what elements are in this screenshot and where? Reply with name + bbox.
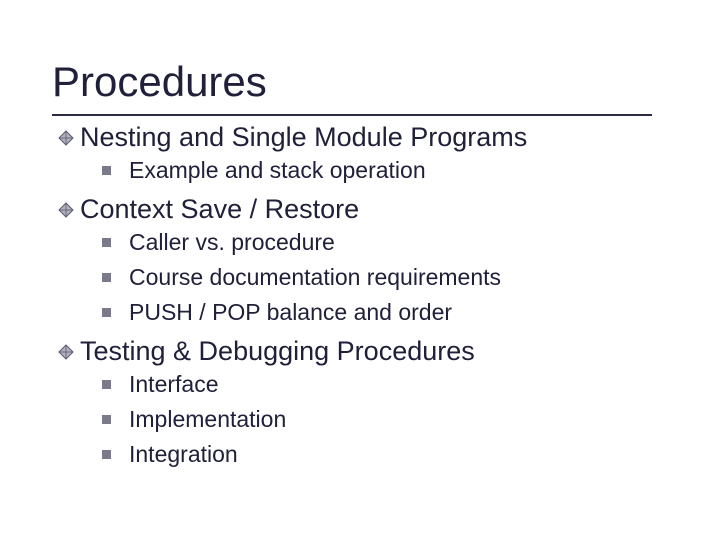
section-items: Caller vs. procedure Course documentatio… — [102, 229, 668, 326]
square-icon — [102, 273, 111, 282]
list-item-text: Integration — [129, 441, 238, 468]
list-item-text: Example and stack operation — [129, 157, 426, 184]
list-item: Caller vs. procedure — [102, 229, 668, 256]
section-heading-text: Testing & Debugging Procedures — [80, 336, 475, 367]
list-item: Course documentation requirements — [102, 264, 668, 291]
diamond-icon — [58, 202, 74, 218]
diamond-icon — [58, 344, 74, 360]
list-item: Interface — [102, 371, 668, 398]
square-icon — [102, 380, 111, 389]
list-item: PUSH / POP balance and order — [102, 299, 668, 326]
square-icon — [102, 450, 111, 459]
list-item-text: Interface — [129, 371, 219, 398]
slide: Procedures Nesting and Single Module Pro… — [0, 0, 720, 540]
square-icon — [102, 166, 111, 175]
list-item: Example and stack operation — [102, 157, 668, 184]
list-item: Implementation — [102, 406, 668, 433]
section-heading-text: Nesting and Single Module Programs — [80, 122, 527, 153]
title-underline — [52, 114, 652, 116]
section-heading: Nesting and Single Module Programs — [58, 122, 668, 153]
page-title: Procedures — [52, 58, 267, 106]
square-icon — [102, 238, 111, 247]
slide-body: Nesting and Single Module Programs Examp… — [58, 122, 668, 478]
square-icon — [102, 415, 111, 424]
section-heading: Context Save / Restore — [58, 194, 668, 225]
section-heading-text: Context Save / Restore — [80, 194, 359, 225]
section-heading: Testing & Debugging Procedures — [58, 336, 668, 367]
list-item-text: Implementation — [129, 406, 286, 433]
list-item: Integration — [102, 441, 668, 468]
diamond-icon — [58, 130, 74, 146]
square-icon — [102, 308, 111, 317]
list-item-text: PUSH / POP balance and order — [129, 299, 452, 326]
list-item-text: Caller vs. procedure — [129, 229, 335, 256]
list-item-text: Course documentation requirements — [129, 264, 501, 291]
section-items: Interface Implementation Integration — [102, 371, 668, 468]
section-items: Example and stack operation — [102, 157, 668, 184]
